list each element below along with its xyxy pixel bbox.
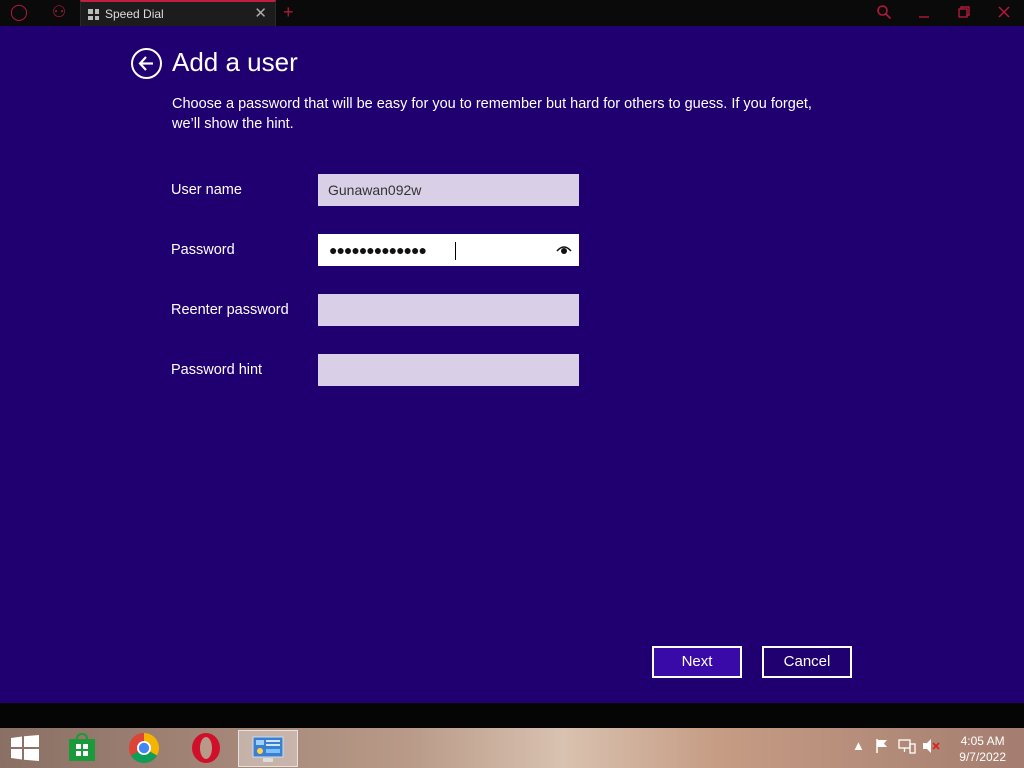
clock-time: 4:05 AM [960, 734, 1005, 748]
username-label: User name [171, 182, 242, 198]
chrome-icon [128, 733, 160, 764]
next-button[interactable]: Next [652, 646, 742, 678]
page-title: Add a user [172, 47, 298, 77]
reenter-password-label: Reenter password [171, 302, 289, 318]
opera-icon [192, 733, 220, 763]
page-description: Choose a password that will be easy for … [172, 96, 812, 132]
new-tab-button[interactable]: + [283, 3, 294, 21]
taskbar-chrome[interactable] [114, 730, 174, 767]
taskbar: ▲ 4:05 AM 9/7/2022 [0, 728, 1024, 768]
text-caret [455, 242, 456, 260]
search-icon[interactable] [875, 4, 893, 22]
arrow-left-icon [138, 56, 153, 71]
tab-title: Speed Dial [105, 7, 164, 21]
show-hidden-icons[interactable]: ▲ [852, 738, 865, 753]
clock-date: 9/7/2022 [959, 750, 1006, 764]
tab-speed-dial[interactable]: Speed Dial ✕ [80, 0, 276, 26]
restore-icon[interactable] [955, 4, 973, 22]
speed-dial-icon [88, 9, 99, 20]
browser-title-bar: ◯ ⚇ Speed Dial ✕ + [0, 0, 1024, 26]
windows-logo-icon [11, 735, 39, 761]
close-icon[interactable] [995, 4, 1013, 22]
cancel-button[interactable]: Cancel [762, 646, 852, 678]
opera-menu-icon[interactable]: ◯ [10, 4, 28, 22]
taskbar-control-panel[interactable] [238, 730, 298, 767]
network-icon[interactable] [898, 738, 916, 757]
password-hint-label: Password hint [171, 362, 263, 378]
taskbar-opera[interactable] [176, 730, 236, 767]
desktop-strip [0, 703, 1024, 728]
action-center-flag-icon[interactable] [874, 738, 890, 757]
password-masked-value: ●●●●●●●●●●●●● [329, 242, 427, 258]
gamepad-icon[interactable]: ⚇ [50, 4, 68, 22]
control-panel-icon [252, 736, 284, 762]
reveal-password-icon[interactable] [556, 244, 572, 256]
volume-muted-icon[interactable] [922, 738, 940, 757]
taskbar-store[interactable] [52, 730, 112, 767]
minimize-icon[interactable] [915, 4, 933, 22]
tab-close-icon[interactable]: ✕ [254, 5, 267, 23]
back-button[interactable] [131, 48, 162, 79]
start-button[interactable] [0, 728, 50, 768]
username-input[interactable]: Gunawan092w [318, 174, 579, 206]
password-label: Password [171, 242, 235, 258]
password-input[interactable]: ●●●●●●●●●●●●● [318, 234, 579, 266]
store-icon [69, 733, 95, 761]
username-value: Gunawan092w [328, 182, 422, 198]
reenter-password-input[interactable] [318, 294, 579, 326]
system-clock[interactable]: 4:05 AM 9/7/2022 [959, 733, 1006, 765]
password-hint-input[interactable] [318, 354, 579, 386]
